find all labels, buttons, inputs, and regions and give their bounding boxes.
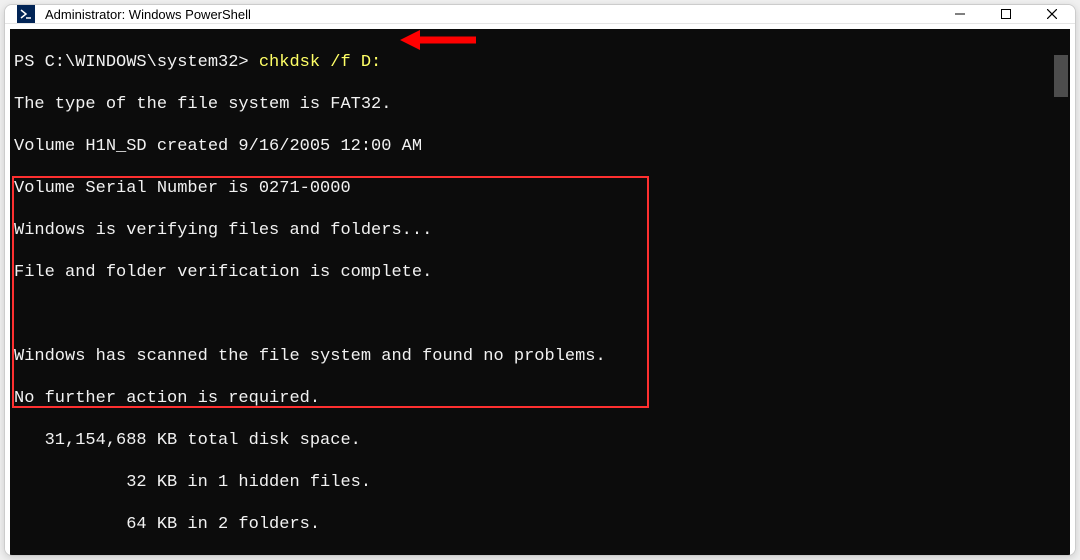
output-line: Windows has scanned the file system and …: [14, 346, 1066, 367]
output-line: The type of the file system is FAT32.: [14, 94, 1066, 115]
command-text: chkdsk /f D:: [259, 53, 381, 72]
output-line: Volume H1N_SD created 9/16/2005 12:00 AM: [14, 136, 1066, 157]
annotation-arrow-icon: [398, 29, 478, 53]
output-line: Windows is verifying files and folders..…: [14, 220, 1066, 241]
terminal[interactable]: PS C:\WINDOWS\system32> chkdsk /f D: The…: [10, 29, 1070, 556]
titlebar[interactable]: Administrator: Windows PowerShell: [5, 5, 1075, 24]
annotation-highlight-box: [12, 176, 649, 408]
output-line: 32 KB in 1 hidden files.: [14, 472, 1066, 493]
prompt-text: PS C:\WINDOWS\system32>: [14, 53, 259, 72]
output-line: 31,154,688 KB total disk space.: [14, 430, 1066, 451]
output-line: Volume Serial Number is 0271-0000: [14, 178, 1066, 199]
scrollbar[interactable]: [1054, 35, 1068, 556]
output-line: File and folder verification is complete…: [14, 262, 1066, 283]
prompt-line: PS C:\WINDOWS\system32> chkdsk /f D:: [14, 52, 1066, 73]
close-button[interactable]: [1029, 5, 1075, 23]
output-line: 64 KB in 2 folders.: [14, 514, 1066, 535]
output-line: [14, 304, 1066, 325]
powershell-icon: [17, 5, 35, 23]
scrollbar-thumb[interactable]: [1054, 55, 1068, 97]
output-line: No further action is required.: [14, 388, 1066, 409]
minimize-button[interactable]: [937, 5, 983, 23]
window-controls: [937, 5, 1075, 23]
maximize-button[interactable]: [983, 5, 1029, 23]
powershell-window: Administrator: Windows PowerShell PS C:\…: [4, 4, 1076, 556]
terminal-area: PS C:\WINDOWS\system32> chkdsk /f D: The…: [5, 24, 1075, 556]
window-title: Administrator: Windows PowerShell: [45, 7, 937, 22]
